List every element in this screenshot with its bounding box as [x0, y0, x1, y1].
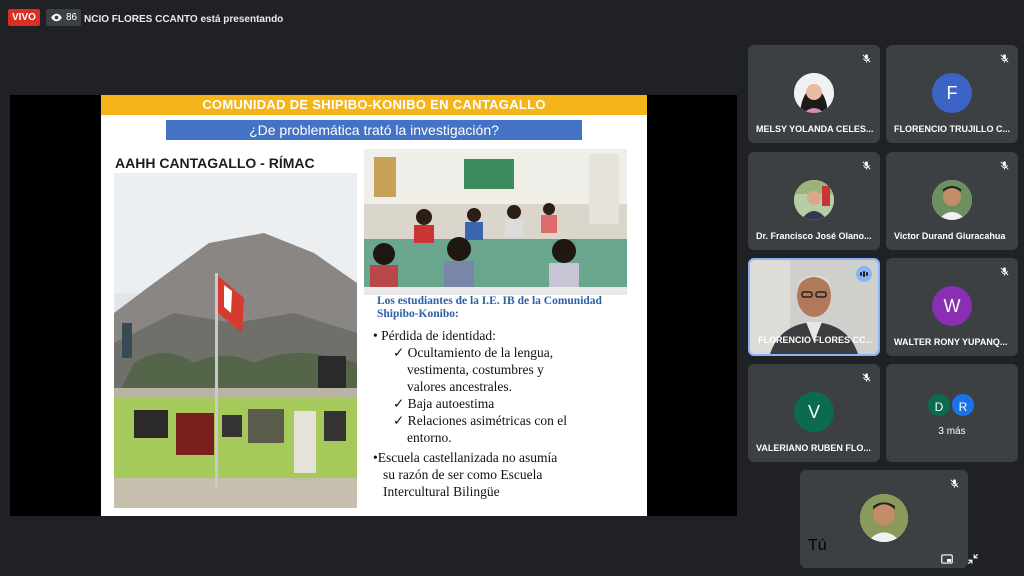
viewer-count: 86 — [66, 12, 78, 23]
self-avatar — [860, 494, 908, 542]
slide-body-heading: Los estudiantes de la I.E. IB de la Comu… — [377, 295, 602, 320]
mic-off-icon — [950, 479, 959, 488]
collapse-icon[interactable] — [966, 552, 980, 566]
participant-tile[interactable]: MELSY YOLANDA CELES... — [748, 45, 880, 143]
top-bar: VIVO 86 NCIO FLORES CCANTO está presenta… — [0, 0, 1024, 36]
mic-off-icon — [1000, 161, 1009, 170]
participant-name: FLORENCIO TRUJILLO C... — [894, 124, 1010, 134]
cantagallo-school-photo — [114, 173, 357, 508]
slide-check-item: ✓ Baja autoestima — [393, 396, 495, 411]
eye-icon — [51, 13, 62, 22]
participant-name: Dr. Francisco José Olano... — [756, 231, 872, 241]
self-name: Tú — [808, 537, 827, 554]
mic-off-icon — [862, 54, 871, 63]
slide-question: ¿De problemática trató la investigación? — [166, 120, 582, 140]
slide-title: COMUNIDAD DE SHIPIBO-KONIBO EN CANTAGALL… — [101, 95, 647, 115]
slide-bullet-cont: su razón de ser como Escuela — [383, 467, 543, 482]
more-participant-avatar: R — [950, 392, 976, 418]
self-view-tile[interactable]: Tú — [800, 470, 979, 568]
presented-slide: COMUNIDAD DE SHIPIBO-KONIBO EN CANTAGALL… — [101, 95, 647, 516]
more-participants-tile[interactable]: D R 3 más — [886, 364, 1018, 462]
slide-place-label: AAHH CANTAGALLO - RÍMAC — [115, 155, 315, 171]
more-participant-avatar: D — [926, 392, 952, 418]
more-participants-count: 3 más — [938, 426, 966, 437]
speaking-indicator-icon — [856, 266, 872, 282]
participant-tile-active-speaker[interactable]: FLORENCIO FLORES CC... — [748, 258, 880, 356]
slide-bullet: • Pérdida de identidad: — [373, 328, 496, 343]
participant-name: VALERIANO RUBEN FLO... — [756, 443, 871, 453]
participant-avatar — [794, 180, 834, 220]
participant-tile[interactable]: F FLORENCIO TRUJILLO C... — [886, 45, 1018, 143]
participant-tile[interactable]: V VALERIANO RUBEN FLO... — [748, 364, 880, 462]
slide-check-item: ✓ Relaciones asimétricas con el — [393, 413, 567, 428]
classroom-students-photo — [364, 149, 627, 295]
participant-avatar — [794, 73, 834, 113]
participant-name: MELSY YOLANDA CELES... — [756, 124, 874, 134]
slide-body-text: Los estudiantes de la I.E. IB de la Comu… — [373, 295, 641, 500]
picture-in-picture-icon[interactable] — [940, 552, 954, 566]
participant-avatar — [932, 180, 972, 220]
mic-off-icon — [1000, 54, 1009, 63]
participant-tile[interactable]: Victor Durand Giuracahua — [886, 152, 1018, 250]
mic-off-icon — [862, 373, 871, 382]
live-badge: VIVO — [8, 9, 40, 26]
presenting-label: NCIO FLORES CCANTO está presentando — [84, 14, 284, 25]
slide-check-item-cont: vestimenta, costumbres y — [407, 362, 544, 377]
participant-name: FLORENCIO FLORES CC... — [758, 335, 874, 345]
slide-bullet-cont: Intercultural Bilingüe — [383, 484, 500, 499]
slide-bullet: •Escuela castellanizada no asumía — [373, 450, 558, 465]
slide-check-item-cont: entorno. — [407, 430, 452, 445]
presentation-stage: COMUNIDAD DE SHIPIBO-KONIBO EN CANTAGALL… — [10, 95, 737, 516]
viewer-count-badge[interactable]: 86 — [46, 9, 82, 26]
slide-check-item: ✓ Ocultamiento de la lengua, — [393, 345, 554, 360]
participant-tile[interactable]: Dr. Francisco José Olano... — [748, 152, 880, 250]
participant-initial-avatar: W — [932, 286, 972, 326]
slide-check-item-cont: valores ancestrales. — [407, 379, 512, 394]
mic-off-icon — [1000, 267, 1009, 276]
participant-tile[interactable]: W WALTER RONY YUPANQ... — [886, 258, 1018, 356]
participant-initial-avatar: V — [794, 392, 834, 432]
participant-name: WALTER RONY YUPANQ... — [894, 337, 1008, 347]
mic-off-icon — [862, 161, 871, 170]
participant-initial-avatar: F — [932, 73, 972, 113]
participant-name: Victor Durand Giuracahua — [894, 231, 1006, 241]
